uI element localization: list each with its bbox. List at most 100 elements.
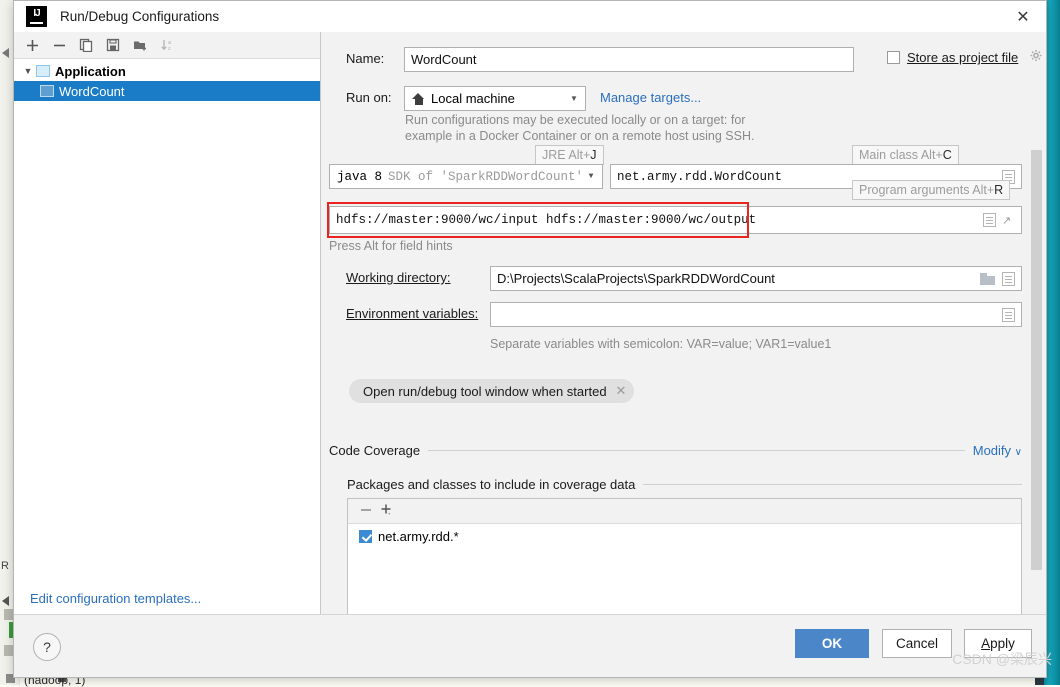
dialog-footer: ? OK Cancel Apply [14, 614, 1046, 677]
run-on-hint: Run configurations may be executed local… [405, 112, 965, 144]
program-arguments-value: hdfs://master:9000/wc/input hdfs://maste… [336, 213, 757, 227]
expand-field-icon[interactable] [1002, 307, 1015, 322]
run-on-hint-line-2: example in a Docker Container or on a re… [405, 129, 755, 143]
cancel-button[interactable]: Cancel [882, 629, 952, 658]
name-input[interactable]: WordCount [404, 47, 854, 72]
dialog-title: Run/Debug Configurations [60, 9, 220, 24]
application-icon [36, 65, 50, 77]
chevron-down-icon[interactable]: ▼ [584, 172, 598, 181]
sort-alphabetically-button[interactable]: az [155, 34, 179, 56]
run-on-value: Local machine [431, 91, 515, 106]
copy-button[interactable] [74, 34, 98, 56]
run-on-select[interactable]: Local machine ▼ [404, 86, 586, 111]
jre-hint-badge: JRE Alt+J [535, 145, 604, 165]
sidebar-item-label: WordCount [59, 83, 125, 99]
list-item[interactable]: net.army.rdd.* [348, 524, 1021, 544]
configuration-icon [40, 85, 54, 97]
program-arguments-hint-badge: Program arguments Alt+R [852, 180, 1011, 200]
jre-select[interactable]: java 8 SDK of 'SparkRDDWordCount' ▼ [329, 164, 603, 189]
jre-value-suffix: SDK of 'SparkRDDWordCount' [388, 169, 584, 184]
expand-field-icon[interactable] [983, 213, 996, 227]
ok-button[interactable]: OK [795, 629, 869, 658]
working-directory-value: D:\Projects\ScalaProjects\SparkRDDWordCo… [497, 271, 775, 286]
edit-configuration-templates-link[interactable]: Edit configuration templates... [30, 591, 201, 606]
coverage-item-label: net.army.rdd.* [378, 529, 459, 544]
run-debug-configurations-dialog: Run/Debug Configurations ✕ [13, 0, 1047, 678]
save-button[interactable] [101, 34, 125, 56]
home-icon [412, 92, 425, 105]
jre-hint-badge-text: JRE Alt+ [542, 148, 591, 162]
sidebar-toolbar: az [14, 32, 320, 59]
browse-folder-icon[interactable] [980, 272, 995, 285]
working-directory-input[interactable]: D:\Projects\ScalaProjects\SparkRDDWordCo… [490, 266, 1022, 291]
store-as-project-file-checkbox[interactable] [887, 51, 900, 64]
gutter-fold-arrow-top[interactable] [2, 48, 9, 58]
coverage-item-checkbox[interactable] [359, 530, 372, 543]
environment-variables-label: Environment variables: [346, 306, 479, 321]
new-folder-button[interactable] [128, 34, 152, 56]
field-hints-text: Press Alt for field hints [329, 239, 453, 253]
name-input-value: WordCount [411, 52, 477, 67]
dialog-titlebar: Run/Debug Configurations ✕ [14, 1, 1046, 33]
close-icon[interactable]: ✕ [616, 383, 627, 399]
coverage-packages-title: Packages and classes to include in cover… [347, 477, 636, 492]
section-divider [428, 450, 965, 451]
program-arguments-hint-badge-key: R [994, 183, 1004, 197]
environment-variables-row: Environment variables: [346, 306, 478, 321]
svg-text:z: z [168, 46, 171, 52]
close-icon[interactable]: ✕ [1000, 1, 1046, 32]
gear-icon[interactable] [1029, 49, 1043, 66]
screen: 11111111111111111 R (hadoop, 1) Run/Debu… [0, 0, 1060, 687]
main-class-hint-badge: Main class Alt+C [852, 145, 959, 165]
add-button[interactable] [20, 34, 44, 56]
main-class-hint-badge-text: Main class Alt+ [859, 148, 943, 162]
environment-variables-input[interactable] [490, 302, 1022, 327]
jre-hint-badge-key: J [590, 148, 597, 162]
store-as-project-file-label: Store as project file [907, 50, 1019, 65]
coverage-packages-panel: net.army.rdd.* [347, 498, 1022, 615]
chevron-down-icon[interactable]: ▼ [567, 94, 581, 103]
store-as-project-file-row[interactable]: Store as project file [887, 49, 1043, 66]
vertical-scrollbar[interactable] [1031, 150, 1042, 570]
remove-package-button[interactable] [360, 504, 372, 519]
sidebar-item-wordcount[interactable]: WordCount [14, 81, 320, 101]
configurations-sidebar: az ▼ Application WordCount Edit configur… [14, 32, 321, 615]
working-directory-label: Working directory: [346, 270, 451, 285]
gutter-fold-arrow-bottom[interactable] [2, 596, 9, 606]
environment-variables-hint: Separate variables with semicolon: VAR=v… [490, 337, 832, 351]
tree-group-application[interactable]: ▼ Application [14, 61, 320, 81]
remove-button[interactable] [47, 34, 71, 56]
coverage-packages-subheader: Packages and classes to include in cover… [347, 477, 1022, 492]
chevron-down-icon[interactable]: ▼ [20, 63, 36, 79]
editor-text-fragment: R [1, 560, 9, 572]
maximize-editor-icon[interactable]: ↗ [1002, 214, 1015, 228]
working-directory-row: Working directory: [346, 270, 451, 285]
jre-value-prefix: java 8 [337, 169, 383, 184]
chevron-down-icon: ∨ [1014, 447, 1022, 458]
tree-group-label: Application [55, 63, 126, 79]
run-on-label: Run on: [346, 90, 392, 105]
run-on-row: Run on: [346, 90, 392, 105]
open-tool-window-chip-label: Open run/debug tool window when started [363, 383, 607, 399]
program-arguments-hint-badge-text: Program arguments Alt+ [859, 183, 995, 197]
open-tool-window-chip[interactable]: Open run/debug tool window when started … [349, 379, 635, 403]
watermark: CSDN @梁辰兴 [952, 651, 1052, 667]
manage-targets-link[interactable]: Manage targets... [600, 90, 701, 105]
modify-label: Modify [972, 443, 1012, 458]
intellij-logo-icon [26, 6, 47, 27]
name-label: Name: [346, 51, 385, 66]
coverage-toolbar [348, 499, 1021, 524]
run-on-hint-line-1: Run configurations may be executed local… [405, 113, 746, 127]
help-button[interactable]: ? [33, 633, 61, 661]
modify-coverage-link[interactable]: Modify ∨ [965, 443, 1022, 458]
add-package-button[interactable] [380, 503, 393, 519]
code-coverage-section-header: Code Coverage Modify ∨ [329, 443, 1022, 458]
configurations-tree: ▼ Application WordCount [14, 59, 320, 615]
name-row: Name: [346, 51, 384, 66]
section-divider [643, 484, 1022, 485]
main-class-hint-badge-key: C [942, 148, 952, 162]
code-coverage-title: Code Coverage [329, 443, 421, 458]
program-arguments-input[interactable]: hdfs://master:9000/wc/input hdfs://maste… [329, 206, 1022, 234]
expand-field-icon[interactable] [1002, 271, 1015, 286]
main-class-value: net.army.rdd.WordCount [617, 169, 783, 184]
